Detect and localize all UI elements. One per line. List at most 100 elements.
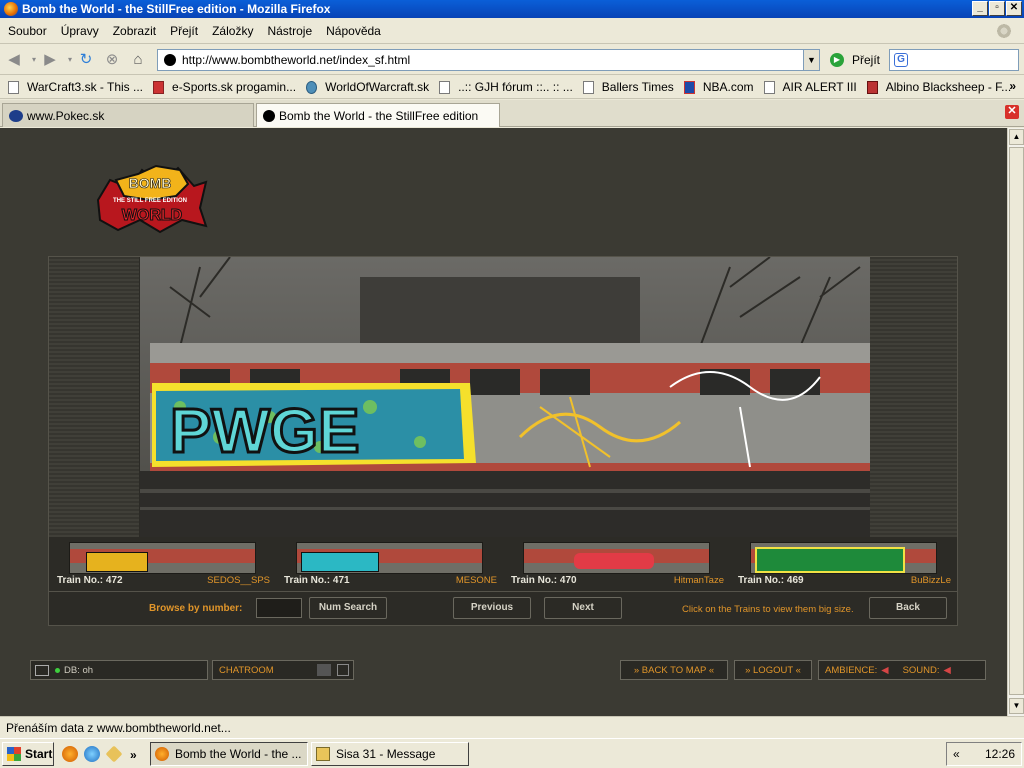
back-button[interactable]: Back	[869, 597, 947, 619]
scroll-up-icon[interactable]: ▲	[1009, 129, 1024, 145]
bomb-the-world-logo: BOMB THE STILL FREE EDITION WORLD	[96, 164, 208, 234]
media-player-icon[interactable]	[84, 746, 100, 762]
url-text: http://www.bombtheworld.net/index_sf.htm…	[182, 53, 411, 67]
taskbar-item-firefox[interactable]: Bomb the World - the ...	[150, 742, 308, 766]
svg-text:WORLD: WORLD	[122, 207, 182, 224]
logout-button[interactable]: » LOGOUT «	[734, 660, 812, 680]
taskbar-item-message[interactable]: Sisa 31 - Message	[311, 742, 469, 766]
go-icon: ▶	[830, 53, 844, 67]
back-arrow-icon[interactable]: ◀	[4, 51, 24, 69]
train-thumbnail-469[interactable]: Train No.: 469 BuBizzLe	[730, 539, 957, 589]
reload-icon[interactable]: ↻	[76, 51, 96, 69]
next-button[interactable]: Next	[544, 597, 622, 619]
minimize-button[interactable]: _	[972, 1, 988, 16]
train-thumbnail-image[interactable]	[296, 542, 483, 574]
scroll-down-icon[interactable]: ▼	[1009, 698, 1024, 714]
close-button[interactable]: ✕	[1006, 1, 1022, 16]
page-icon	[439, 80, 451, 94]
browser-status-bar: Přenáším data z www.bombtheworld.net...	[0, 716, 1024, 738]
url-dropdown-icon[interactable]: ▼	[803, 50, 819, 70]
menu-bookmarks[interactable]: Záložky	[212, 24, 253, 38]
stop-icon[interactable]: ⊗	[102, 51, 122, 69]
train-thumbnail-472[interactable]: Train No.: 472 SEDOS__SPS	[49, 539, 276, 589]
page-icon	[763, 80, 775, 94]
bookmark-item[interactable]: ..:: GJH fórum ::.. :: ...	[439, 80, 573, 94]
home-icon[interactable]: ⌂	[128, 51, 148, 69]
train-thumbnail-471[interactable]: Train No.: 471 MESONE	[276, 539, 503, 589]
bookmarks-overflow-button[interactable]: »	[1009, 79, 1016, 93]
bookmark-item[interactable]: WorldOfWarcraft.sk	[306, 80, 429, 94]
train-thumbnail-image[interactable]	[69, 542, 256, 574]
ambience-label: AMBIENCE:	[825, 664, 878, 676]
tray-expand-icon[interactable]: «	[953, 747, 960, 761]
browse-by-number-label: Browse by number:	[149, 603, 243, 614]
click-trains-hint: Click on the Trains to view them big siz…	[682, 604, 854, 615]
svg-text:PWGE: PWGE	[170, 397, 359, 466]
sound-label: SOUND:	[902, 664, 940, 676]
forward-arrow-icon[interactable]: ▶	[40, 51, 60, 69]
train-thumbnail-470[interactable]: Train No.: 470 HitmanTaze	[503, 539, 730, 589]
firefox-icon	[155, 747, 169, 761]
window-title: Bomb the World - the StillFree edition -…	[22, 2, 331, 16]
gallery-controls: Browse by number: Num Search Previous Ne…	[49, 591, 957, 625]
windows-taskbar: Start » Bomb the World - the ... Sisa 31…	[0, 738, 1024, 768]
page-icon	[8, 80, 19, 94]
bookmark-item[interactable]: NBA.com	[683, 80, 754, 94]
start-button[interactable]: Start	[2, 742, 54, 766]
menu-view[interactable]: Zobrazit	[113, 24, 156, 38]
search-input[interactable]: G	[889, 49, 1019, 71]
sound-speaker-icon[interactable]: ◀	[944, 665, 951, 676]
bookmark-item[interactable]: Ballers Times	[582, 80, 674, 94]
windows-logo-icon	[7, 747, 21, 761]
tab-strip: www.Pokec.sk Bomb the World - the StillF…	[0, 100, 1024, 127]
back-to-map-button[interactable]: » BACK TO MAP «	[620, 660, 728, 680]
svg-text:BOMB: BOMB	[129, 175, 172, 191]
close-tab-icon[interactable]: ✕	[1005, 105, 1019, 119]
quicklaunch-overflow-icon[interactable]: »	[130, 748, 137, 762]
system-tray: « 12:26	[946, 742, 1022, 766]
chatroom-checkbox[interactable]	[337, 664, 349, 676]
left-side-panel	[49, 257, 139, 537]
firefox-icon	[4, 2, 18, 16]
esports-icon	[153, 80, 165, 94]
menu-help[interactable]: Nápověda	[326, 24, 381, 38]
site-favicon-icon	[164, 54, 176, 66]
google-search-icon[interactable]: G	[894, 53, 908, 67]
bookmarks-toolbar: WarCraft3.sk - This ... e-Sports.sk prog…	[0, 76, 1024, 99]
previous-button[interactable]: Previous	[453, 597, 531, 619]
page-icon	[582, 80, 594, 94]
train-thumbnail-image[interactable]	[750, 542, 937, 574]
menu-tools[interactable]: Nástroje	[267, 24, 312, 38]
go-button[interactable]: ▶ Přejít	[830, 53, 880, 67]
db-status-text: DB: oh	[64, 664, 94, 676]
menu-edit[interactable]: Úpravy	[61, 24, 99, 38]
menu-go[interactable]: Přejít	[170, 24, 198, 38]
train-photo[interactable]: PWGE	[140, 257, 870, 537]
albino-blacksheep-icon	[866, 80, 878, 94]
num-search-button[interactable]: Num Search	[309, 597, 387, 619]
maximize-button[interactable]: ▫	[989, 1, 1005, 16]
chatroom-toggle-icon[interactable]	[317, 664, 331, 676]
tab-pokec[interactable]: www.Pokec.sk	[2, 103, 254, 127]
bookmark-item[interactable]: e-Sports.sk progamin...	[153, 80, 296, 94]
train-thumbnail-image[interactable]	[523, 542, 710, 574]
tab-bombtheworld[interactable]: Bomb the World - the StillFree edition	[256, 103, 500, 127]
bookmark-item[interactable]: WarCraft3.sk - This ...	[8, 80, 143, 94]
bookmark-item[interactable]: AIR ALERT III	[763, 80, 857, 94]
throbber-icon	[996, 23, 1012, 39]
chatroom-label: CHATROOM	[219, 664, 274, 676]
bookmark-item[interactable]: Albino Blacksheep - F...	[866, 80, 1011, 94]
train-number-input[interactable]	[256, 598, 302, 618]
message-icon	[316, 747, 330, 761]
winamp-icon[interactable]	[105, 745, 123, 763]
clock: 12:26	[984, 747, 1015, 761]
ambience-speaker-icon[interactable]: ◀	[881, 665, 888, 676]
go-label: Přejít	[852, 53, 881, 67]
chatroom-button[interactable]: CHATROOM	[212, 660, 354, 680]
firefox-quicklaunch-icon[interactable]	[62, 746, 78, 762]
vertical-scrollbar[interactable]: ▲ ▼	[1007, 128, 1024, 716]
menu-file[interactable]: Soubor	[8, 24, 47, 38]
scroll-thumb[interactable]	[1009, 147, 1024, 695]
url-input[interactable]: http://www.bombtheworld.net/index_sf.htm…	[157, 49, 820, 71]
pokec-icon	[9, 109, 23, 122]
